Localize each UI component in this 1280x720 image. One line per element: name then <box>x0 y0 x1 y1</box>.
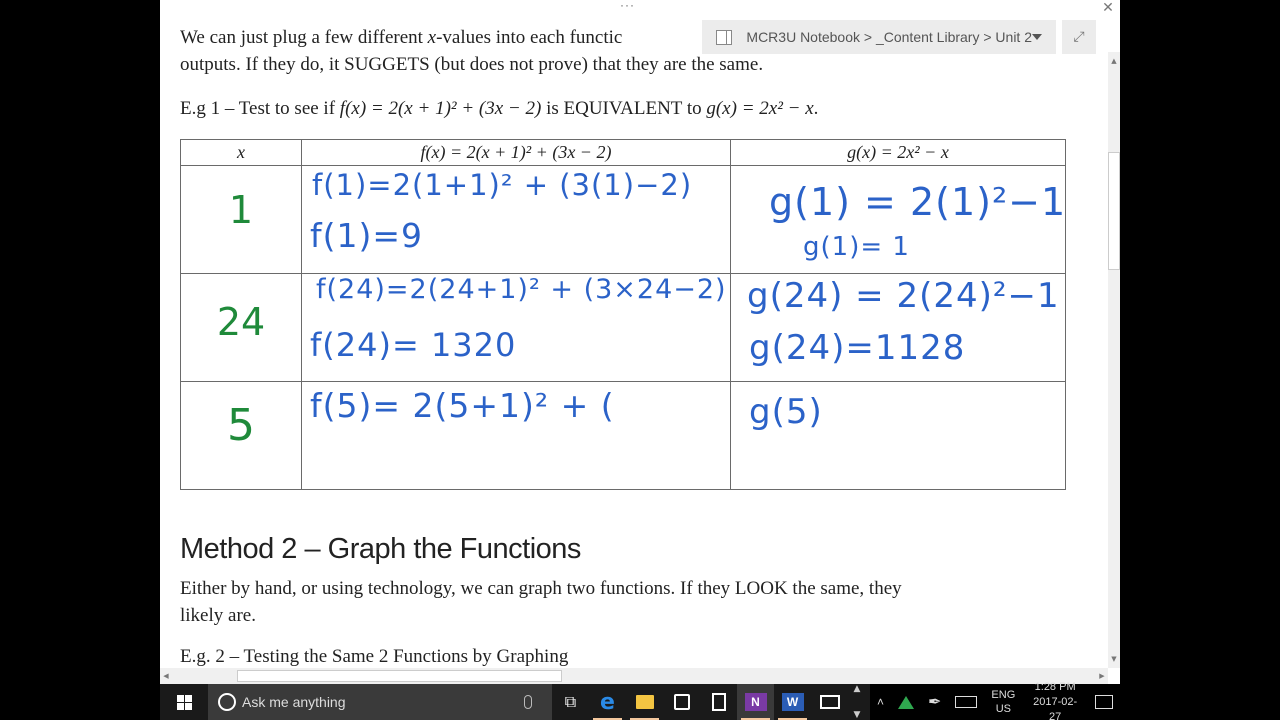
header-f: f(x) = 2(x + 1)² + (3x − 2) <box>301 139 731 166</box>
language-indicator[interactable]: ENG US <box>984 684 1022 720</box>
store-icon <box>673 694 690 710</box>
search-placeholder: Ask me anything <box>242 694 346 710</box>
mail-icon <box>819 695 840 709</box>
notification-icon <box>1095 695 1113 709</box>
google-drive-tray[interactable] <box>891 684 921 720</box>
calculator-button[interactable] <box>700 684 737 720</box>
table-header-row: x f(x) = 2(x + 1)² + (3x − 2) g(x) = 2x²… <box>180 139 1066 166</box>
method-2-heading: Method 2 – Graph the Functions <box>180 533 581 565</box>
scroll-up-icon[interactable]: ▲ <box>1108 54 1120 68</box>
mail-button[interactable] <box>811 684 848 720</box>
chevron-up-icon: ˄ <box>877 695 885 709</box>
task-view-icon: ⧉ <box>564 692 577 711</box>
onenote-button[interactable]: N <box>737 684 774 720</box>
header-g: g(x) = 2x² − x <box>730 139 1066 166</box>
touch-keyboard-button[interactable] <box>948 684 984 720</box>
method-2-body: Either by hand, or using technology, we … <box>180 578 902 626</box>
cell-g[interactable]: g(24) = 2(24)²−1 g(24)=1128 <box>730 273 1066 382</box>
horizontal-scrollbar[interactable]: ◀ ▶ <box>160 668 1108 684</box>
chevron-up-icon[interactable]: ▲ <box>854 684 861 694</box>
word-button[interactable]: W <box>774 684 811 720</box>
action-center-button[interactable] <box>1088 684 1120 720</box>
task-view-button[interactable]: ⧉ <box>552 684 589 720</box>
keyboard-icon <box>955 696 978 708</box>
vertical-scroll-thumb[interactable] <box>1108 152 1120 270</box>
clock-date: 2017-02-27 <box>1033 695 1078 720</box>
intro-line-1: We can just plug a few different x-value… <box>180 27 623 48</box>
scroll-left-icon[interactable]: ◀ <box>160 668 172 684</box>
folder-icon <box>635 695 654 709</box>
clock-time: 1:28 PM <box>1034 680 1076 693</box>
table-row: 5 f(5)= 2(5+1)² + ( g(5) <box>180 381 1066 490</box>
cell-g[interactable]: g(5) <box>730 381 1066 490</box>
windows-logo-icon <box>176 694 192 710</box>
intro-line-2: outputs. If they do, it SUGGETS (but doe… <box>180 54 764 75</box>
chevron-down-icon[interactable]: ▼ <box>854 710 861 720</box>
file-explorer-button[interactable] <box>626 684 663 720</box>
onenote-window: ··· ✕ MCR3U Notebook > _Content Library … <box>160 0 1120 684</box>
start-button[interactable] <box>160 684 208 720</box>
scroll-right-icon[interactable]: ▶ <box>1096 668 1108 684</box>
pen-tray[interactable]: ✒ <box>921 684 948 720</box>
pen-icon: ✒ <box>928 692 942 711</box>
vertical-scrollbar[interactable]: ▲ ▼ <box>1108 52 1120 668</box>
table-row: 24 f(24)=2(24+1)² + (3×24−2) f(24)= 1320… <box>180 273 1066 382</box>
cell-x[interactable]: 24 <box>180 273 302 382</box>
store-button[interactable] <box>663 684 700 720</box>
cell-x[interactable]: 5 <box>180 381 302 490</box>
system-tray: ˄ ✒ ENG US 1:28 PM 2017-02-27 <box>870 681 1120 720</box>
header-x: x <box>180 139 302 166</box>
close-icon[interactable]: ✕ <box>1100 0 1116 16</box>
calculator-icon <box>711 693 726 711</box>
edge-icon: e <box>600 689 615 715</box>
onenote-icon: N <box>744 693 767 711</box>
title-bar-ellipsis[interactable]: ··· <box>620 0 635 12</box>
taskbar-scroll[interactable]: ▲ ▼ <box>848 684 866 720</box>
cortana-icon <box>218 693 236 711</box>
cell-x[interactable]: 1 <box>180 165 302 274</box>
table-row: 1 f(1)=2(1+1)² + (3(1)−2) f(1)=9 g(1) = … <box>180 165 1066 274</box>
show-hidden-icons-button[interactable]: ˄ <box>870 684 891 720</box>
cortana-search-box[interactable]: Ask me anything <box>208 684 552 720</box>
horizontal-scroll-thumb[interactable] <box>237 670 562 682</box>
clock[interactable]: 1:28 PM 2017-02-27 <box>1022 681 1088 720</box>
page-content: We can just plug a few different x-value… <box>180 24 1080 122</box>
scroll-down-icon[interactable]: ▼ <box>1108 652 1120 666</box>
microphone-icon[interactable] <box>524 695 532 709</box>
cell-g[interactable]: g(1) = 2(1)²−1 g(1)= 1 <box>730 165 1066 274</box>
cell-f[interactable]: f(5)= 2(5+1)² + ( <box>301 381 731 490</box>
comparison-table: x f(x) = 2(x + 1)² + (3x − 2) g(x) = 2x²… <box>180 139 1066 490</box>
edge-button[interactable]: e <box>589 684 626 720</box>
example-1-heading: E.g 1 – Test to see if f(x) = 2(x + 1)² … <box>180 98 819 119</box>
word-icon: W <box>781 693 804 711</box>
example-2-heading: E.g. 2 – Testing the Same 2 Functions by… <box>180 646 569 667</box>
cell-f[interactable]: f(24)=2(24+1)² + (3×24−2) f(24)= 1320 <box>301 273 731 382</box>
google-drive-icon <box>898 695 915 709</box>
windows-taskbar: Ask me anything ⧉ e N W ▲ ▼ ˄ ✒ ENG US 1:2… <box>160 681 1120 720</box>
cell-f[interactable]: f(1)=2(1+1)² + (3(1)−2) f(1)=9 <box>301 165 731 274</box>
